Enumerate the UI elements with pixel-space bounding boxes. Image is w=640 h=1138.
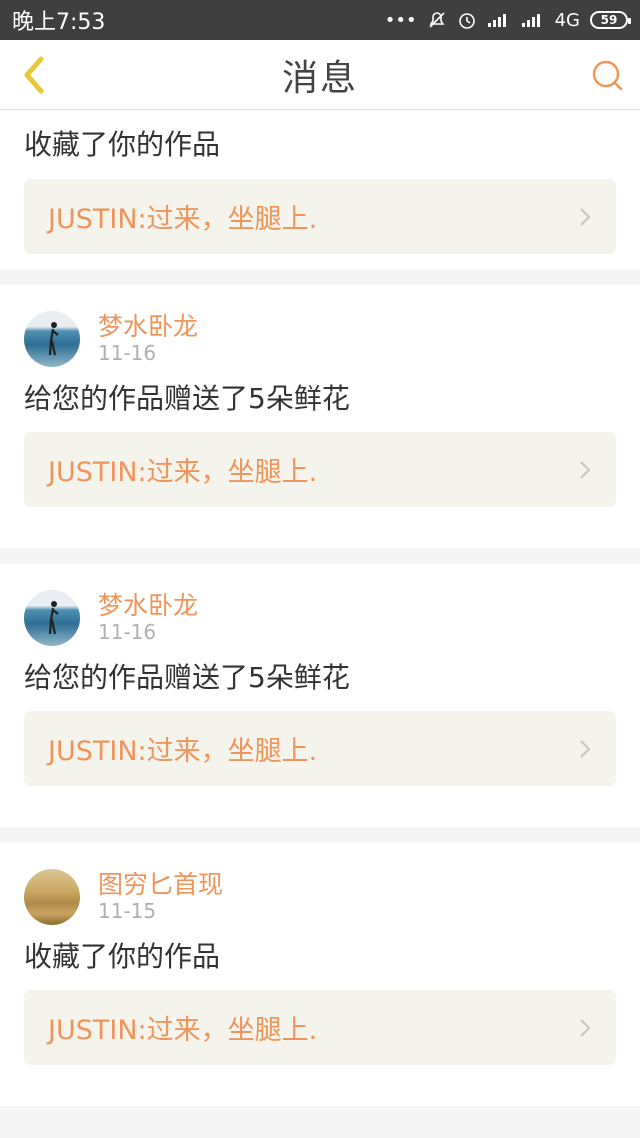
user-name[interactable]: 梦水卧龙 [98,307,198,343]
message-card: 图穷匕首现 11-15 收藏了你的作品 JUSTIN:过来，坐腿上. [0,843,640,1106]
chevron-right-icon [580,208,591,226]
battery-icon: 59 [590,11,631,29]
search-icon [592,60,623,91]
avatar[interactable] [24,869,80,925]
person-silhouette-icon [48,322,59,356]
work-title: JUSTIN:过来，坐腿上. [48,457,318,488]
user-name[interactable]: 图穷匕首现 [98,865,223,901]
alarm-icon [457,10,477,30]
search-button[interactable] [588,56,626,94]
bell-muted-icon [427,10,447,30]
work-title: JUSTIN:过来，坐腿上. [48,1015,318,1046]
status-bar: 晚上7:53 ••• 4G 59 [0,0,640,40]
work-link[interactable]: JUSTIN:过来，坐腿上. [24,179,616,254]
chevron-right-icon [580,1019,591,1037]
chevron-left-icon [24,56,44,94]
message-header: 梦水卧龙 11-16 [24,590,584,648]
avatar[interactable] [24,311,80,367]
message-action: 收藏了你的作品 [24,128,221,161]
person-silhouette-icon [48,601,59,635]
message-card: 梦水卧龙 11-16 给您的作品赠送了5朵鲜花 JUSTIN:过来，坐腿上. [0,564,640,827]
chevron-right-icon [580,461,591,479]
battery-level: 59 [600,13,618,27]
page-title: 消息 [281,57,358,99]
message-date: 11-16 [98,620,157,644]
network-type: 4G [554,9,580,31]
message-date: 11-16 [98,341,157,365]
message-list: 收藏了你的作品 JUSTIN:过来，坐腿上. 梦水卧龙 11-16 给您的作品赠… [0,111,640,1106]
signal-icon [521,12,545,28]
user-name[interactable]: 梦水卧龙 [98,586,198,622]
avatar[interactable] [24,590,80,646]
work-link[interactable]: JUSTIN:过来，坐腿上. [24,711,616,786]
signal-icon [487,12,511,28]
message-date: 11-15 [98,899,157,923]
chevron-right-icon [580,740,591,758]
message-action: 给您的作品赠送了5朵鲜花 [24,661,350,694]
message-card: 收藏了你的作品 JUSTIN:过来，坐腿上. [0,111,640,269]
more-dots-icon: ••• [384,9,417,31]
message-header: 梦水卧龙 11-16 [24,311,584,369]
message-card: 梦水卧龙 11-16 给您的作品赠送了5朵鲜花 JUSTIN:过来，坐腿上. [0,285,640,548]
work-title: JUSTIN:过来，坐腿上. [48,204,318,235]
message-header: 图穷匕首现 11-15 [24,869,584,927]
nav-bar: 消息 [0,40,640,110]
work-link[interactable]: JUSTIN:过来，坐腿上. [24,432,616,507]
status-time: 晚上7:53 [12,10,106,35]
message-action: 收藏了你的作品 [24,940,221,973]
message-action: 给您的作品赠送了5朵鲜花 [24,382,350,415]
work-title: JUSTIN:过来，坐腿上. [48,736,318,767]
work-link[interactable]: JUSTIN:过来，坐腿上. [24,990,616,1065]
back-button[interactable] [14,52,54,98]
